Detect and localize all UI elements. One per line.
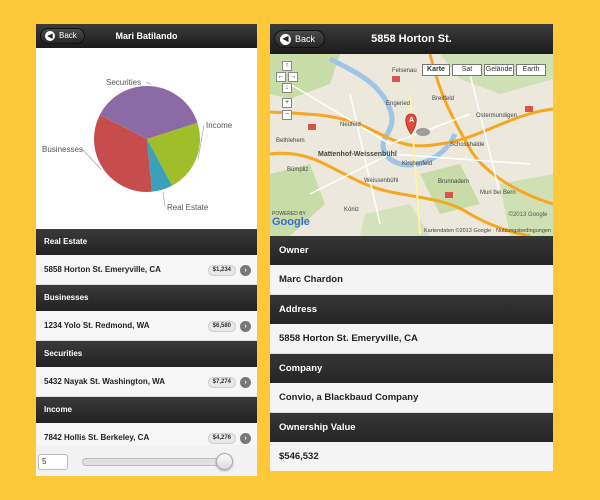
- slider-bar: 5: [36, 445, 257, 476]
- pie-chart-svg: Securities Income Real Estate Businesses: [42, 78, 233, 212]
- map-view[interactable]: A ↑ ← → ↓ + − Karte Sat Gelände Earth Fe…: [270, 54, 553, 236]
- pie-chart: Securities Income Real Estate Businesses: [36, 48, 257, 229]
- map-label-kirchenfeld: Kirchenfeld: [402, 161, 433, 167]
- map-label-felsenau: Felsenau: [392, 68, 417, 74]
- section-header-owner: Owner: [270, 236, 553, 265]
- google-logo: Google: [272, 216, 310, 228]
- section-header-ownership-value: Ownership Value: [270, 413, 553, 442]
- pan-left-icon[interactable]: ←: [276, 72, 286, 82]
- value-badge: $7,274: [207, 377, 236, 388]
- pan-up-icon[interactable]: ↑: [282, 61, 292, 71]
- map-label-neufeld: Neufeld: [340, 122, 361, 128]
- owner-value: Marc Chardon: [270, 265, 553, 295]
- left-list: Real Estate 5858 Horton St. Emeryville, …: [36, 229, 257, 453]
- pie-leader-line: [162, 191, 166, 208]
- right-page-title: 5858 Horton St.: [371, 33, 452, 45]
- right-screen: ◀ Back 5858 Horton St. A ↑ ← → ↓ + − Kar…: [270, 24, 553, 471]
- chevron-right-icon: ›: [240, 377, 251, 388]
- zoom-in-icon[interactable]: +: [282, 98, 292, 108]
- pie-label-income: Income: [206, 121, 233, 130]
- section-header-securities: Securities: [36, 341, 257, 367]
- left-screen: ◀ Back Mari Batilando Securities Income Re…: [36, 24, 257, 476]
- pie-label-securities: Securities: [106, 78, 141, 87]
- slider-value-input[interactable]: 5: [38, 454, 68, 470]
- map-label-breitfeld: Breitfeld: [432, 96, 455, 102]
- section-header-businesses: Businesses: [36, 285, 257, 311]
- chevron-right-icon: ›: [240, 265, 251, 276]
- value-badge: $1,234: [207, 265, 236, 276]
- value-badge: $6,580: [207, 321, 236, 332]
- map-type-earth[interactable]: Earth: [516, 64, 546, 76]
- section-header-company: Company: [270, 354, 553, 383]
- section-header-income: Income: [36, 397, 257, 423]
- pan-right-icon[interactable]: →: [288, 72, 298, 82]
- map-label-muri: Muri bei Bern: [480, 190, 516, 196]
- pie-label-businesses: Businesses: [42, 145, 83, 154]
- zoom-out-icon[interactable]: −: [282, 110, 292, 120]
- map-label-weissenbuhl: Weissenbühl: [364, 178, 399, 184]
- value-badge: $4,276: [207, 433, 236, 444]
- left-page-title: Mari Batilando: [115, 31, 178, 41]
- list-item-address: 7842 Hollis St. Berkeley, CA: [44, 433, 150, 442]
- section-header-address: Address: [270, 295, 553, 324]
- pie-leader-line: [145, 81, 152, 85]
- map-label-ostermundigen: Ostermundigen: [476, 113, 518, 119]
- pan-down-icon[interactable]: ↓: [282, 83, 292, 93]
- map-marker-label[interactable]: A: [409, 117, 414, 124]
- chevron-right-icon: ›: [240, 433, 251, 444]
- ownership-value: $546,532: [270, 442, 553, 471]
- list-item[interactable]: 5432 Nayak St. Washington, WA $7,274 ›: [36, 367, 257, 397]
- slider-track[interactable]: [82, 458, 229, 466]
- map-type-gelande[interactable]: Gelände: [484, 64, 514, 76]
- map-type-sat[interactable]: Sat: [452, 64, 482, 76]
- company-value: Convio, a Blackbaud Company: [270, 383, 553, 413]
- map-label-bethlehem: Bethlehem: [276, 138, 305, 144]
- map-copyright: ©2013 Google ·: [508, 212, 551, 218]
- map-label-schosshalde: Schosshalde: [450, 142, 485, 148]
- chevron-right-icon: ›: [240, 321, 251, 332]
- list-item-address: 5858 Horton St. Emeryville, CA: [44, 265, 161, 274]
- section-header-real-estate: Real Estate: [36, 229, 257, 255]
- slider-thumb[interactable]: [216, 453, 233, 470]
- detail-list: Owner Marc Chardon Address 5858 Horton S…: [270, 236, 553, 471]
- map-label-bumpliz: Bümpliz: [287, 167, 309, 173]
- right-header: ◀ Back 5858 Horton St.: [270, 24, 553, 54]
- map-canvas: [270, 54, 553, 236]
- list-item-address: 5432 Nayak St. Washington, WA: [44, 377, 166, 386]
- list-item-address: 1234 Yolo St. Redmond, WA: [44, 321, 150, 330]
- map-label-mattenhof: Mattenhof-Weissenbühl: [318, 151, 397, 158]
- list-item[interactable]: 5858 Horton St. Emeryville, CA $1,234 ›: [36, 255, 257, 285]
- map-footer-terms[interactable]: Kartendaten ©2013 Google · Nutzungsbedin…: [424, 228, 551, 234]
- pie-label-real-estate: Real Estate: [167, 203, 209, 212]
- map-label-koniz: Köniz: [344, 207, 360, 213]
- address-value: 5858 Horton St. Emeryville, CA: [270, 324, 553, 354]
- left-header: ◀ Back Mari Batilando: [36, 24, 257, 48]
- list-item[interactable]: 1234 Yolo St. Redmond, WA $6,580 ›: [36, 311, 257, 341]
- map-type-karte[interactable]: Karte: [422, 64, 450, 76]
- map-label-engeried: Engeried: [386, 101, 411, 107]
- map-label-brunnadern: Brunnadern: [438, 179, 470, 185]
